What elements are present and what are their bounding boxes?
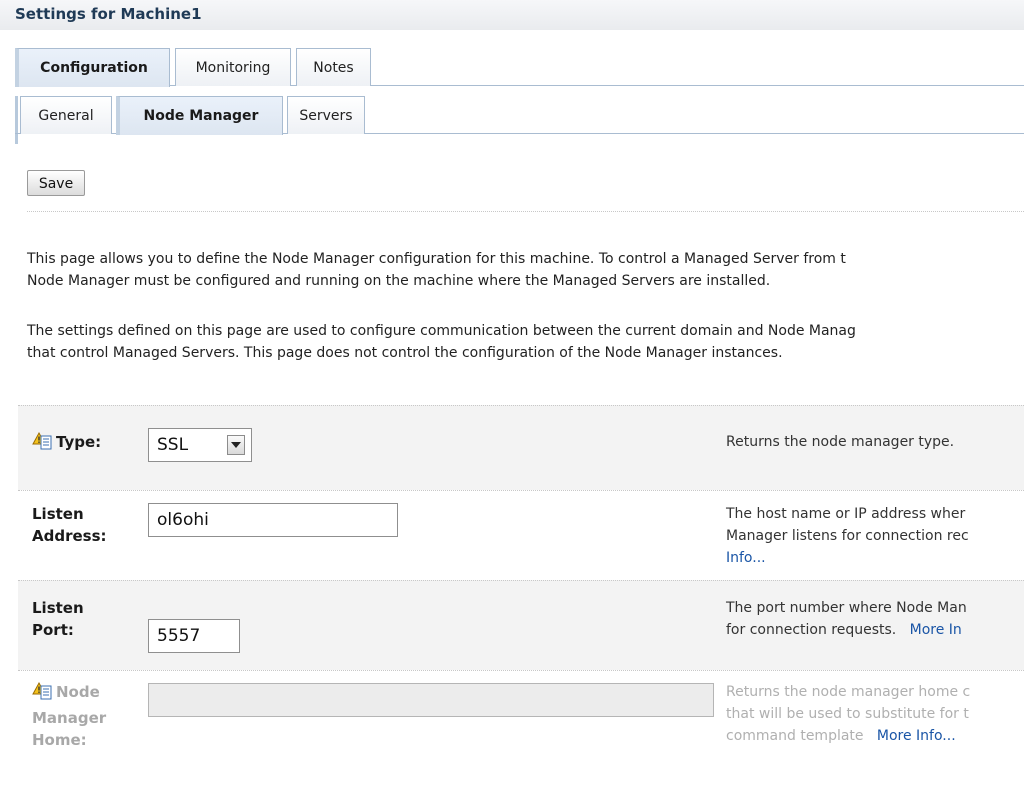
primary-tab-bar: Configuration Monitoring Notes bbox=[15, 48, 1024, 87]
node-manager-home-input bbox=[148, 683, 714, 717]
label-text: Port: bbox=[32, 621, 74, 639]
description-text: This page allows you to define the Node … bbox=[27, 251, 846, 267]
listen-port-input[interactable] bbox=[148, 619, 240, 653]
help-text: The host name or IP address wher bbox=[726, 506, 966, 522]
chevron-down-icon[interactable] bbox=[227, 435, 245, 455]
label-text: Node bbox=[56, 683, 100, 701]
config-warning-icon bbox=[32, 431, 52, 457]
description-text: The settings defined on this page are us… bbox=[27, 323, 856, 339]
listen-port-row: Listen Port: The port number where Node … bbox=[18, 580, 1024, 670]
tab-monitoring[interactable]: Monitoring bbox=[175, 48, 291, 86]
description-text: Node Manager must be configured and runn… bbox=[27, 273, 771, 289]
tab-configuration[interactable]: Configuration bbox=[15, 48, 170, 87]
label-text: Home: bbox=[32, 731, 87, 749]
listen-address-help: The host name or IP address wher Manager… bbox=[726, 503, 969, 569]
help-text: command template bbox=[726, 728, 864, 744]
help-text: for connection requests. bbox=[726, 622, 897, 638]
listen-address-label: Listen Address: bbox=[32, 503, 107, 547]
node-manager-home-row: Node Manager Home: Returns the node mana… bbox=[18, 670, 1024, 801]
more-info-link[interactable]: More Info... bbox=[877, 728, 956, 744]
type-row: Type: SSL Returns the node manager type. bbox=[18, 405, 1024, 490]
tab-notes[interactable]: Notes bbox=[296, 48, 371, 86]
listen-port-help: The port number where Node Man for conne… bbox=[726, 597, 967, 641]
config-warning-icon bbox=[32, 681, 52, 707]
tab-servers[interactable]: Servers bbox=[287, 96, 365, 134]
description-paragraph-1: This page allows you to define the Node … bbox=[27, 248, 1024, 292]
settings-page: Settings for Machine1 Configuration Moni… bbox=[0, 0, 1024, 801]
listen-port-label: Listen Port: bbox=[32, 597, 84, 641]
toolbar-separator bbox=[27, 211, 1024, 212]
description-text: that control Managed Servers. This page … bbox=[27, 345, 783, 361]
tab-general[interactable]: General bbox=[20, 96, 112, 134]
type-label: Type: bbox=[32, 431, 101, 457]
tab-node-manager[interactable]: Node Manager bbox=[116, 96, 283, 135]
listen-address-input[interactable] bbox=[148, 503, 398, 537]
listen-address-row: Listen Address: The host name or IP addr… bbox=[18, 490, 1024, 580]
description-paragraph-2: The settings defined on this page are us… bbox=[27, 320, 1024, 364]
secondary-tab-bar: General Node Manager Servers bbox=[15, 96, 1024, 135]
save-button[interactable]: Save bbox=[27, 170, 85, 196]
label-text: Listen bbox=[32, 599, 84, 617]
help-text: The port number where Node Man bbox=[726, 600, 967, 616]
type-select[interactable]: SSL bbox=[148, 428, 252, 462]
help-text: Returns the node manager home c bbox=[726, 684, 971, 700]
label-text: Address: bbox=[32, 527, 107, 545]
node-manager-home-label: Node Manager Home: bbox=[32, 681, 106, 751]
more-info-link[interactable]: More In bbox=[910, 622, 962, 638]
label-text: Listen bbox=[32, 505, 84, 523]
node-manager-home-help: Returns the node manager home c that wil… bbox=[726, 681, 970, 747]
page-title: Settings for Machine1 bbox=[0, 0, 1024, 30]
type-help: Returns the node manager type. bbox=[726, 434, 955, 450]
more-info-link[interactable]: Info... bbox=[726, 550, 766, 566]
help-text: that will be used to substitute for t bbox=[726, 706, 969, 722]
help-text: Manager listens for connection rec bbox=[726, 528, 969, 544]
type-select-value: SSL bbox=[157, 435, 189, 455]
label-text: Manager bbox=[32, 709, 107, 727]
type-label-text: Type: bbox=[56, 433, 102, 451]
